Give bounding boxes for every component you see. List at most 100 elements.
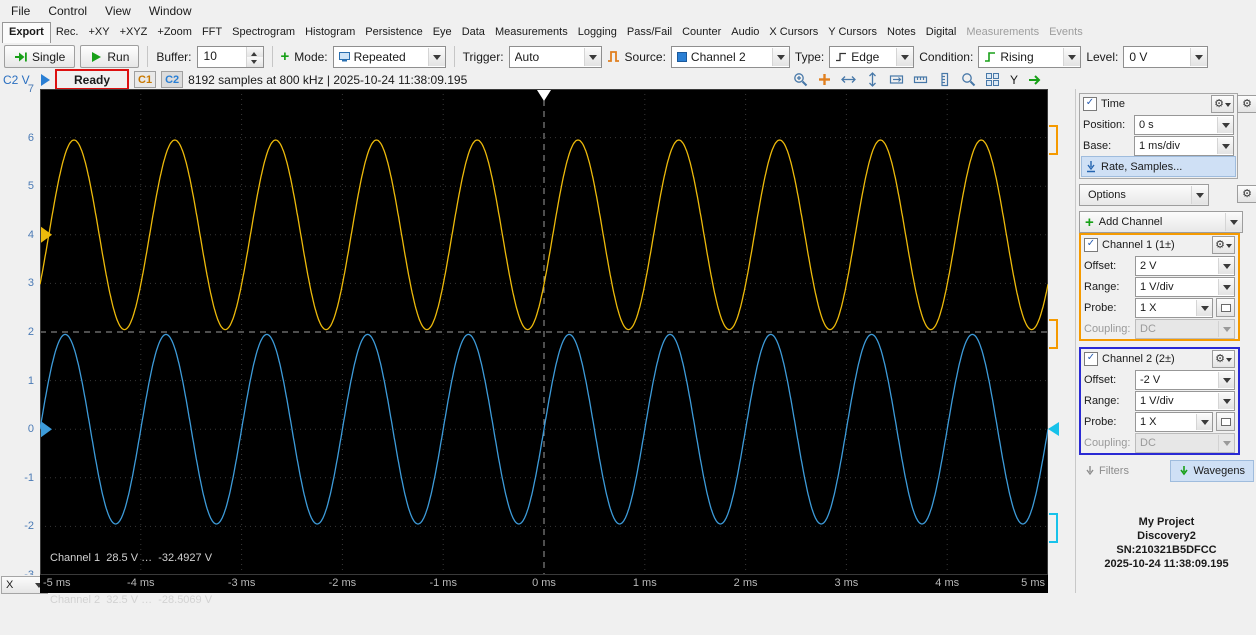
channel-2-offset-marker[interactable] bbox=[41, 421, 52, 438]
tab-notes[interactable]: Notes bbox=[882, 22, 921, 42]
channel-1-tab[interactable]: C1 bbox=[134, 71, 157, 88]
spin-down-icon[interactable] bbox=[246, 56, 263, 67]
magnifier-button[interactable] bbox=[960, 72, 977, 88]
trigger-mode-select[interactable]: Auto bbox=[508, 45, 602, 68]
position-select[interactable]: 0 s bbox=[1134, 114, 1234, 135]
base-select[interactable]: 1 ms/div bbox=[1134, 135, 1234, 156]
zoom-x-button[interactable] bbox=[888, 72, 905, 88]
ruler-horizontal-button[interactable] bbox=[912, 72, 929, 88]
tab-y-cursors[interactable]: Y Cursors bbox=[823, 22, 882, 42]
add-acquisition-icon[interactable] bbox=[281, 50, 290, 63]
add-cursor-button[interactable] bbox=[816, 72, 833, 88]
channel-2-tab[interactable]: C2 bbox=[161, 71, 184, 88]
plot-area[interactable]: Channel 1 28.5 V … -32.4927 V Channel 2 … bbox=[40, 89, 1048, 606]
tab-logging[interactable]: Logging bbox=[573, 22, 622, 42]
channel-2-range-handle[interactable] bbox=[1049, 513, 1058, 543]
menu-view[interactable]: View bbox=[96, 1, 140, 21]
oscilloscope-canvas[interactable] bbox=[40, 89, 1048, 575]
single-button[interactable]: Single bbox=[4, 45, 76, 68]
channel-1-probe-button[interactable] bbox=[1216, 298, 1235, 317]
tab-persistence[interactable]: Persistence bbox=[360, 22, 427, 42]
trigger-settings-icon[interactable] bbox=[607, 50, 620, 63]
source-label: Source: bbox=[624, 49, 666, 64]
fit-vertical-button[interactable] bbox=[864, 72, 881, 88]
y-axis-tick-label: 4 bbox=[27, 228, 34, 241]
tab-events-disabled: Events bbox=[1049, 26, 1083, 38]
tab-counter[interactable]: Counter bbox=[677, 22, 726, 42]
grid-view-button[interactable] bbox=[984, 72, 1001, 88]
y-axis[interactable]: 76543210-1-2-3 bbox=[0, 83, 40, 581]
filters-button[interactable]: Filters bbox=[1079, 461, 1168, 481]
dropdown-arrow-icon bbox=[1218, 434, 1234, 451]
zoom-in-button[interactable] bbox=[792, 72, 809, 88]
y-axis-button[interactable]: Y bbox=[1010, 73, 1018, 87]
time-panel-title: Time bbox=[1101, 98, 1126, 110]
channel-1-range-select[interactable]: 1 V/div bbox=[1135, 276, 1235, 297]
tab-audio[interactable]: Audio bbox=[726, 22, 764, 42]
expand-down-icon bbox=[1087, 160, 1095, 172]
time-checkbox[interactable] bbox=[1083, 97, 1097, 111]
trigger-level-marker[interactable] bbox=[1048, 422, 1059, 436]
tab-x-cursors[interactable]: X Cursors bbox=[764, 22, 823, 42]
show-panel-arrow-icon[interactable] bbox=[1027, 72, 1044, 88]
channel-1-range-handle-bottom[interactable] bbox=[1049, 319, 1058, 349]
tab-histogram[interactable]: Histogram bbox=[300, 22, 360, 42]
trigger-type-select[interactable]: Edge bbox=[829, 45, 915, 68]
dropdown-arrow-icon bbox=[1217, 137, 1233, 154]
channel-1-probe-select[interactable]: 1 X bbox=[1135, 297, 1213, 318]
tab-rec[interactable]: Rec. bbox=[51, 22, 84, 42]
channel-1-range-handle-top[interactable] bbox=[1049, 125, 1058, 155]
channel-2-probe-select[interactable]: 1 X bbox=[1135, 411, 1213, 432]
y-axis-tick-label: 1 bbox=[27, 374, 34, 387]
channel-2-range-select[interactable]: 1 V/div bbox=[1135, 390, 1235, 411]
channel-1-checkbox[interactable] bbox=[1084, 238, 1098, 252]
trigger-level-select[interactable]: 0 V bbox=[1123, 45, 1209, 68]
channel-2-probe-button[interactable] bbox=[1216, 412, 1235, 431]
menu-file[interactable]: File bbox=[2, 1, 39, 21]
x-axis-tick-label: 0 ms bbox=[532, 577, 556, 589]
dropdown-arrow-icon bbox=[1190, 47, 1208, 66]
filters-down-icon bbox=[1086, 465, 1094, 475]
options-dropdown[interactable]: Options bbox=[1079, 184, 1209, 206]
channel-1-range-label: Range: bbox=[1084, 280, 1120, 293]
channel-1-offset-select[interactable]: 2 V bbox=[1135, 255, 1235, 276]
spin-up-icon[interactable] bbox=[246, 46, 263, 57]
tab-fft[interactable]: FFT bbox=[197, 22, 227, 42]
add-channel-button[interactable]: Add Channel bbox=[1079, 211, 1243, 233]
tab-spectrogram[interactable]: Spectrogram bbox=[227, 22, 300, 42]
trigger-mode-value: Auto bbox=[514, 49, 540, 64]
trigger-position-marker[interactable] bbox=[537, 90, 551, 101]
channel-2-offset-select[interactable]: -2 V bbox=[1135, 369, 1235, 390]
tab-measurements[interactable]: Measurements bbox=[490, 22, 573, 42]
tab-digital[interactable]: Digital bbox=[921, 22, 962, 42]
channel-2-checkbox[interactable] bbox=[1084, 352, 1098, 366]
trigger-condition-select[interactable]: Rising bbox=[978, 45, 1082, 68]
tab-pass-fail[interactable]: Pass/Fail bbox=[622, 22, 677, 42]
single-icon bbox=[15, 52, 27, 61]
wavegens-button[interactable]: Wavegens bbox=[1170, 460, 1254, 482]
tab-xyz[interactable]: +XYZ bbox=[115, 22, 153, 42]
rate-samples-button[interactable]: Rate, Samples... bbox=[1081, 156, 1236, 177]
time-dock-button[interactable] bbox=[1237, 95, 1256, 113]
run-button[interactable]: Run bbox=[80, 45, 140, 68]
tab-export[interactable]: Export bbox=[2, 21, 51, 43]
channel-2-gear-button[interactable] bbox=[1212, 350, 1235, 368]
ruler-vertical-button[interactable] bbox=[936, 72, 953, 88]
menu-window[interactable]: Window bbox=[140, 1, 201, 21]
trigger-source-value: Channel 2 bbox=[690, 49, 746, 64]
time-gear-button[interactable] bbox=[1211, 95, 1234, 113]
buffer-spinner[interactable]: 10 bbox=[196, 45, 264, 68]
mode-select[interactable]: Repeated bbox=[332, 45, 446, 68]
tab-data[interactable]: Data bbox=[457, 22, 490, 42]
menu-control[interactable]: Control bbox=[39, 1, 96, 21]
fit-horizontal-button[interactable] bbox=[840, 72, 857, 88]
tab-e​ye[interactable]: Eye bbox=[428, 22, 457, 42]
tab-xy[interactable]: +XY bbox=[83, 22, 114, 42]
channel-2-range-label: Range: bbox=[1084, 394, 1120, 407]
x-axis-tick-label: 2 ms bbox=[733, 577, 758, 589]
channel-1-gear-button[interactable] bbox=[1212, 236, 1235, 254]
trigger-source-select[interactable]: Channel 2 bbox=[670, 45, 790, 68]
acquisition-state-badge: Ready bbox=[55, 69, 130, 90]
tab-zoom[interactable]: +Zoom bbox=[152, 22, 197, 42]
options-gear-button[interactable] bbox=[1237, 185, 1256, 203]
